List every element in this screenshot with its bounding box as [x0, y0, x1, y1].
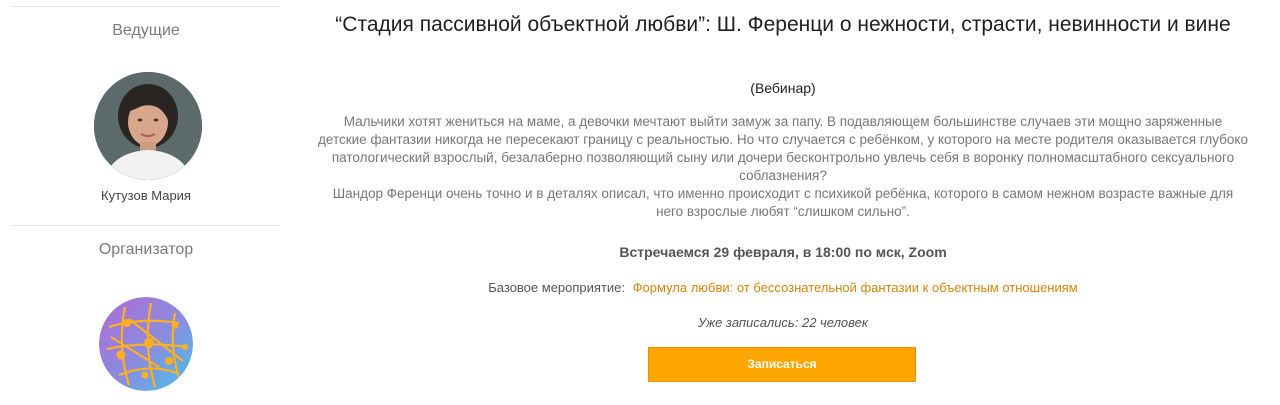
- hosts-heading: Ведущие: [112, 22, 180, 39]
- sidebar: Ведущие Кутузов Мария Организатор: [12, 0, 280, 405]
- base-event-label: Базовое мероприятие:: [488, 280, 626, 295]
- meeting-info: Встречаемся 29 февраля, в 18:00 по мск, …: [619, 244, 947, 260]
- signup-button[interactable]: Записаться: [648, 347, 916, 382]
- host-avatar[interactable]: [94, 72, 202, 180]
- organizer-heading: Организатор: [98, 241, 194, 258]
- organizer-logo[interactable]: [99, 297, 193, 391]
- host-name[interactable]: Кутузов Мария: [12, 188, 280, 203]
- base-event-link[interactable]: Формула любви: от бессознательной фантаз…: [633, 280, 1078, 295]
- sidebar-divider: [12, 6, 280, 7]
- event-type: (Вебинар): [750, 80, 816, 96]
- base-event: Базовое мероприятие: Формула любви: от б…: [300, 280, 1266, 295]
- description-paragraph: Шандор Ференци очень точно и в деталях о…: [332, 186, 1234, 219]
- description-paragraph: Мальчики хотят жениться на маме, а девоч…: [318, 114, 1248, 183]
- event-title: “Стадия пассивной объектной любви”: Ш. Ф…: [335, 13, 1231, 36]
- sidebar-divider: [12, 225, 280, 226]
- registered-count: Уже записались: 22 человек: [697, 315, 869, 330]
- event-description: Мальчики хотят жениться на маме, а девоч…: [318, 113, 1248, 221]
